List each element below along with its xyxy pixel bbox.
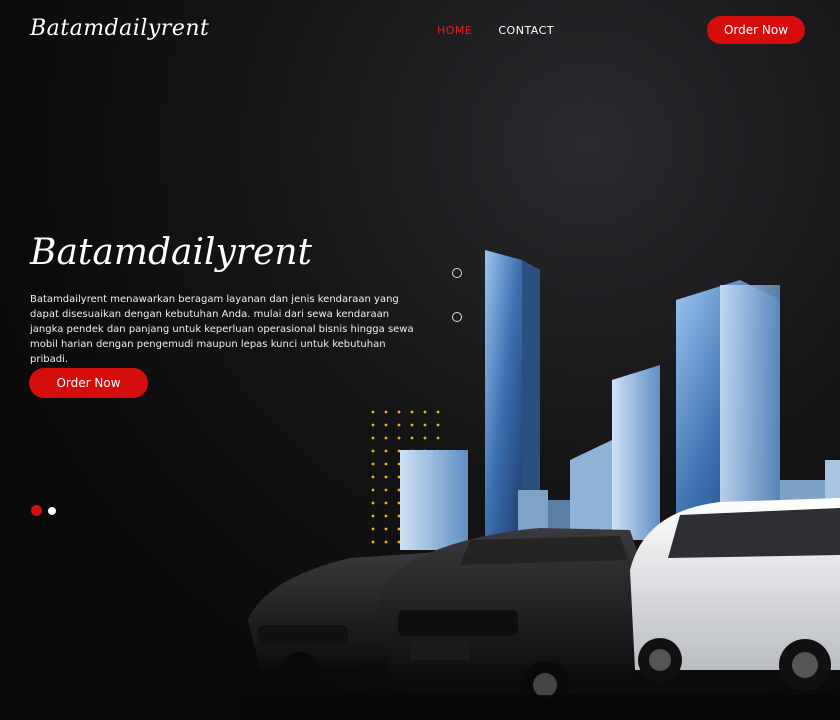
carousel-dot-2[interactable] bbox=[48, 506, 56, 515]
main-nav: HOME CONTACT bbox=[437, 24, 554, 37]
nav-item-home[interactable]: HOME bbox=[437, 24, 472, 37]
header-order-now-button[interactable]: Order Now bbox=[707, 16, 805, 44]
car-suv-white bbox=[630, 498, 840, 691]
brand-logo[interactable]: Batamdailyrent bbox=[30, 16, 209, 41]
nav-item-contact[interactable]: CONTACT bbox=[498, 24, 554, 37]
hero-illustration bbox=[240, 250, 840, 720]
carousel-indicators bbox=[31, 505, 56, 516]
carousel-dot-1[interactable] bbox=[31, 505, 42, 516]
hero-order-now-button[interactable]: Order Now bbox=[29, 368, 148, 398]
